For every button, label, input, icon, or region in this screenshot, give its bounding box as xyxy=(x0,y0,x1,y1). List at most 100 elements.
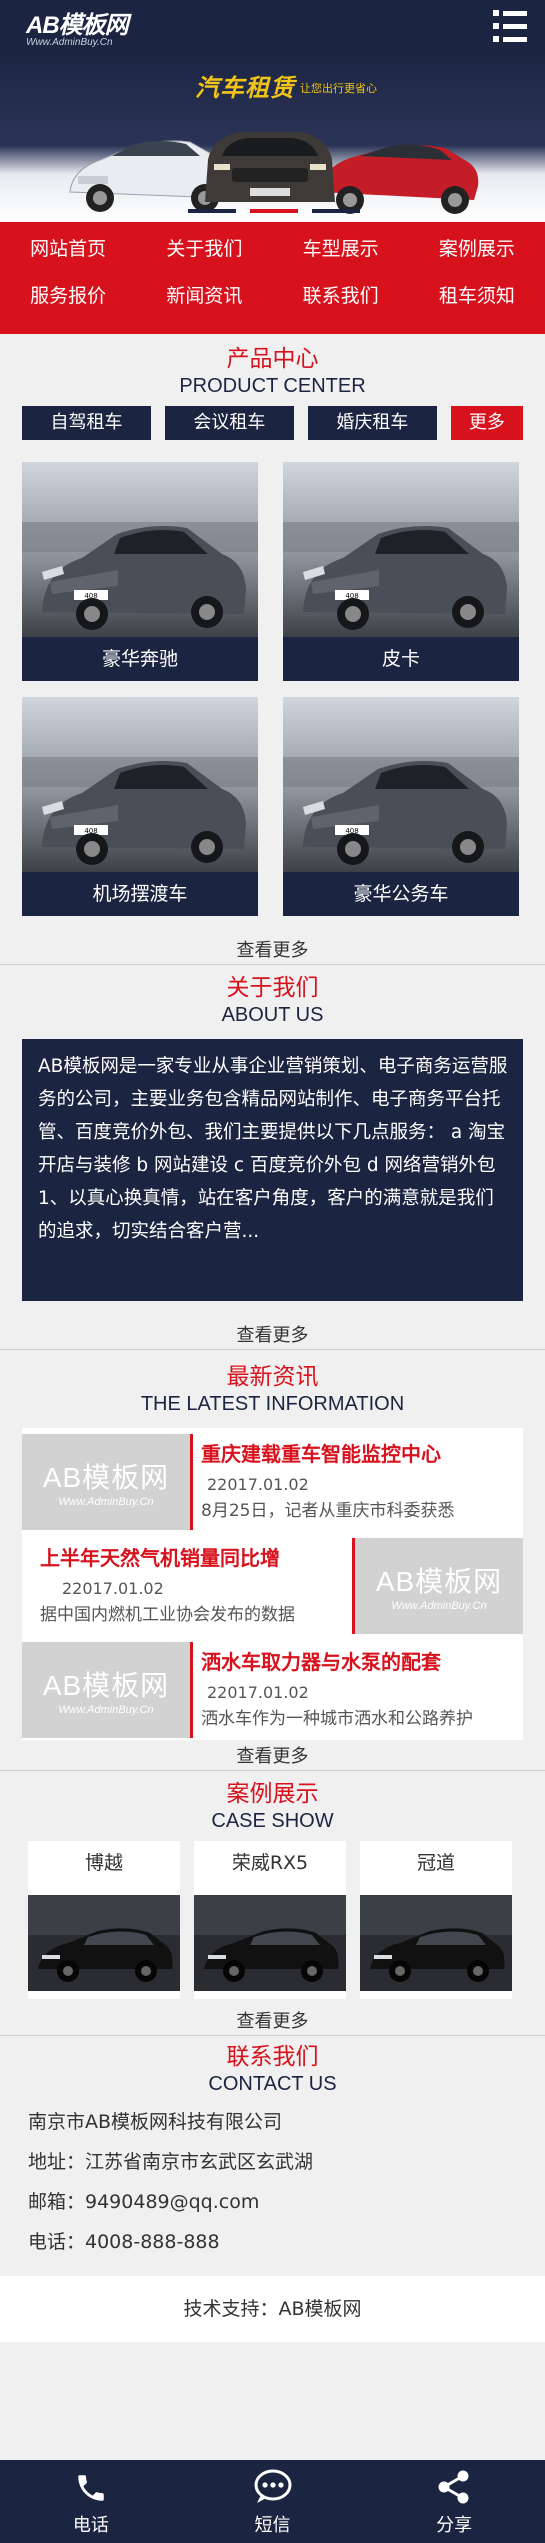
nav-item-about[interactable]: 关于我们 xyxy=(136,234,272,264)
contact-info: 南京市AB模板网科技有限公司 地址：江苏省南京市玄武区玄武湖 邮箱：949048… xyxy=(0,2102,545,2262)
product-name: 豪华奔驰 xyxy=(101,648,178,670)
nav-item-contact[interactable]: 联系我们 xyxy=(273,281,409,311)
contact-company: 南京市AB模板网科技有限公司 xyxy=(28,2111,283,2133)
news-date: 22017.01.02 xyxy=(207,1475,309,1494)
slider-dot-2[interactable] xyxy=(250,209,298,213)
slider-indicators xyxy=(188,209,360,213)
news-title: 上半年天然气机销量同比增 xyxy=(40,1546,280,1570)
news-thumbnail: AB模板网 Www.AdminBuy.Cn xyxy=(22,1434,190,1530)
section-title-en: ABOUT US xyxy=(221,1004,324,1026)
product-card[interactable]: 408 豪华公务车 xyxy=(283,697,519,916)
slider-dot-3[interactable] xyxy=(312,209,360,213)
footer-phone-button[interactable]: 电话 xyxy=(0,2460,182,2543)
share-icon xyxy=(438,2470,469,2504)
news-excerpt: 据中国内燃机工业协会发布的数据 xyxy=(40,1605,295,1625)
nav-item-cases[interactable]: 案例展示 xyxy=(409,234,545,264)
footer-sms-button[interactable]: 短信 xyxy=(182,2460,364,2543)
tech-support[interactable]: 技术支持：AB模板网 xyxy=(0,2276,545,2342)
contact-address: 地址：江苏省南京市玄武区玄武湖 xyxy=(28,2151,314,2173)
product-center-section: 产品中心 PRODUCT CENTER 自驾租车 会议租车 婚庆租车 更多 40… xyxy=(0,334,545,965)
contact-phone[interactable]: 电话：4008-888-888 xyxy=(28,2222,517,2262)
product-image: 408 xyxy=(283,462,519,637)
product-card[interactable]: 408 豪华奔驰 xyxy=(22,462,258,681)
news-date: 22017.01.02 xyxy=(62,1579,164,1598)
product-image: 408 xyxy=(22,697,258,872)
bottom-toolbar: 电话 短信 分享 xyxy=(0,2460,545,2543)
nav-item-rental-notice[interactable]: 租车须知 xyxy=(409,281,545,311)
case-image xyxy=(28,1885,180,1999)
product-card[interactable]: 408 皮卡 xyxy=(283,462,519,681)
banner-title: 汽车租赁 xyxy=(195,74,295,102)
section-title-en: PRODUCT CENTER xyxy=(179,375,366,397)
news-title: 洒水车取力器与水泵的配套 xyxy=(201,1650,441,1674)
nav-item-news[interactable]: 新闻资讯 xyxy=(136,281,272,311)
banner-slider[interactable]: 汽车租赁 让您出行更省心 xyxy=(0,52,545,222)
case-card[interactable]: 冠道 xyxy=(360,1841,512,1999)
cases-section: 案例展示 CASE SHOW 博越 荣威RX5 冠道 查看更多 xyxy=(0,1771,545,2036)
phone-icon xyxy=(78,2475,104,2501)
logo-main: AB模板网 xyxy=(26,12,129,39)
header: AB模板网 Www.AdminBuy.Cn xyxy=(0,0,545,52)
contact-section: 联系我们 CONTACT US 南京市AB模板网科技有限公司 地址：江苏省南京市… xyxy=(0,2036,545,2342)
news-date: 22017.01.02 xyxy=(207,1683,309,1702)
nav-item-pricing[interactable]: 服务报价 xyxy=(0,281,136,311)
message-icon xyxy=(254,2469,291,2503)
section-title-en: CASE SHOW xyxy=(211,1810,334,1832)
footer-share-button[interactable]: 分享 xyxy=(363,2460,545,2543)
products-see-more[interactable]: 查看更多 xyxy=(0,938,545,964)
section-title-cn: 关于我们 xyxy=(226,975,319,1001)
contact-heading: 联系我们 CONTACT US xyxy=(0,2042,545,2096)
slider-dot-1[interactable] xyxy=(188,209,236,213)
thumb-logo-text: AB模板网 xyxy=(375,1566,503,1597)
product-name: 豪华公务车 xyxy=(353,883,449,905)
news-section: 最新资讯 THE LATEST INFORMATION AB模板网 Www.Ad… xyxy=(0,1350,545,1771)
news-item[interactable]: 上半年天然气机销量同比增 22017.01.02 据中国内燃机工业协会发布的数据… xyxy=(22,1532,523,1636)
thumb-logo-text: AB模板网 xyxy=(42,1670,170,1701)
product-image: 408 xyxy=(22,462,258,637)
case-list: 博越 荣威RX5 冠道 xyxy=(0,1841,545,1999)
product-name: 机场摆渡车 xyxy=(92,883,188,905)
logo[interactable]: AB模板网 Www.AdminBuy.Cn xyxy=(26,5,129,48)
case-card[interactable]: 博越 xyxy=(28,1841,180,1999)
section-title-en: THE LATEST INFORMATION xyxy=(140,1393,405,1415)
logo-sub: Www.AdminBuy.Cn xyxy=(26,37,113,48)
nav-item-models[interactable]: 车型展示 xyxy=(273,234,409,264)
about-heading: 关于我们 ABOUT US xyxy=(0,973,545,1027)
menu-icon[interactable] xyxy=(493,10,527,42)
product-center-heading: 产品中心 PRODUCT CENTER xyxy=(0,344,545,398)
tab-conference[interactable]: 会议租车 xyxy=(164,406,294,440)
cases-see-more[interactable]: 查看更多 xyxy=(0,2009,545,2035)
news-content: 重庆建载重车智能监控中心 22017.01.02 8月25日，记者从重庆市科委获… xyxy=(190,1434,523,1530)
news-see-more[interactable]: 查看更多 xyxy=(0,1744,545,1770)
product-tabs: 自驾租车 会议租车 婚庆租车 更多 xyxy=(0,406,545,440)
thumb-logo-sub: Www.AdminBuy.Cn xyxy=(58,1704,154,1716)
news-title: 重庆建载重车智能监控中心 xyxy=(201,1442,441,1466)
contact-email[interactable]: 邮箱：9490489@qq.com xyxy=(28,2182,517,2222)
thumb-logo-sub: Www.AdminBuy.Cn xyxy=(58,1496,154,1508)
footer-label: 电话 xyxy=(72,2515,109,2536)
footer-label: 短信 xyxy=(254,2515,291,2536)
banner-subtitle: 让您出行更省心 xyxy=(300,82,377,95)
case-name: 博越 xyxy=(84,1852,123,1874)
product-card[interactable]: 408 机场摆渡车 xyxy=(22,697,258,916)
case-card[interactable]: 荣威RX5 xyxy=(194,1841,346,1999)
case-name: 冠道 xyxy=(416,1852,455,1874)
section-title-cn: 联系我们 xyxy=(226,2044,319,2070)
news-heading: 最新资讯 THE LATEST INFORMATION xyxy=(0,1362,545,1416)
news-excerpt: 洒水车作为一种城市洒水和公路养护 xyxy=(201,1709,473,1729)
section-title-cn: 产品中心 xyxy=(226,346,319,372)
news-item[interactable]: AB模板网 Www.AdminBuy.Cn 洒水车取力器与水泵的配套 22017… xyxy=(22,1636,523,1740)
section-title-cn: 最新资讯 xyxy=(226,1364,319,1390)
about-see-more[interactable]: 查看更多 xyxy=(0,1323,545,1349)
news-excerpt: 8月25日，记者从重庆市科委获悉 xyxy=(201,1501,455,1521)
nav-item-home[interactable]: 网站首页 xyxy=(0,234,136,264)
case-image xyxy=(194,1885,346,1999)
tab-wedding[interactable]: 婚庆租车 xyxy=(307,406,437,440)
about-text: AB模板网是一家专业从事企业营销策划、电子商务运营服务的公司，主要业务包含精品网… xyxy=(22,1039,523,1301)
tab-more[interactable]: 更多 xyxy=(450,406,523,440)
news-item[interactable]: AB模板网 Www.AdminBuy.Cn 重庆建载重车智能监控中心 22017… xyxy=(22,1428,523,1532)
section-title-en: CONTACT US xyxy=(208,2073,337,2095)
product-image: 408 xyxy=(283,697,519,872)
about-section: 关于我们 ABOUT US AB模板网是一家专业从事企业营销策划、电子商务运营服… xyxy=(0,965,545,1350)
tab-self-drive[interactable]: 自驾租车 xyxy=(22,406,151,440)
